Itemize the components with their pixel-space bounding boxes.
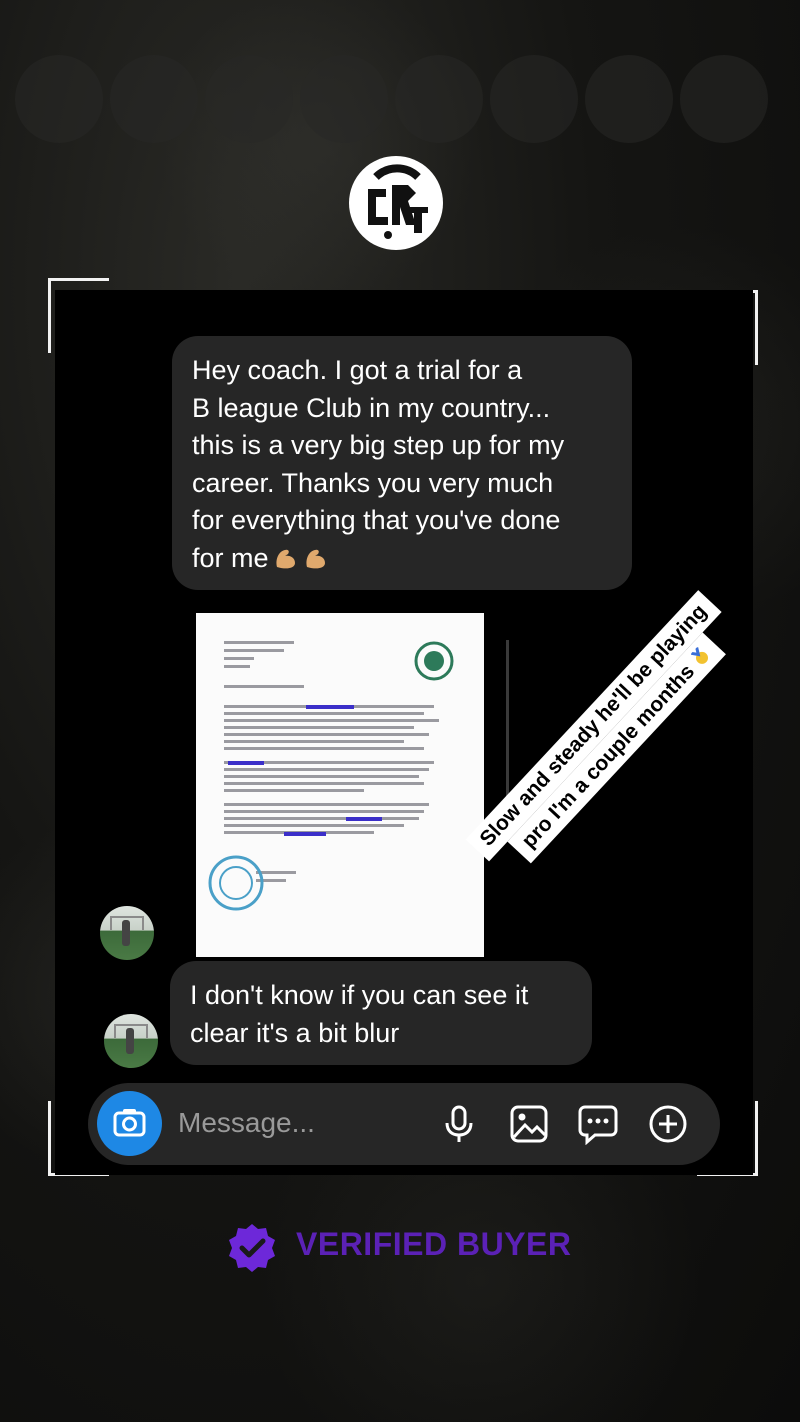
verified-buyer-label: VERIFIED BUYER bbox=[296, 1226, 572, 1262]
sticker-chat-icon[interactable] bbox=[577, 1103, 619, 1145]
add-icon[interactable] bbox=[647, 1103, 689, 1145]
message-composer: Message... bbox=[88, 1083, 720, 1165]
message-input[interactable]: Message... bbox=[178, 1107, 315, 1139]
gallery-icon[interactable] bbox=[508, 1103, 550, 1145]
brand-monogram-icon bbox=[349, 156, 443, 250]
camera-icon bbox=[113, 1109, 146, 1137]
medal-icon bbox=[690, 647, 708, 665]
microphone-icon[interactable] bbox=[438, 1103, 480, 1145]
message-text: I don't know if you can see it clear it'… bbox=[190, 980, 529, 1048]
verified-badge-icon bbox=[229, 1224, 275, 1272]
blurred-story-tray bbox=[15, 55, 785, 145]
message-text: Hey coach. I got a trial for a B league … bbox=[192, 355, 565, 573]
document-photo-attachment[interactable] bbox=[196, 613, 484, 957]
message-bubble: I don't know if you can see it clear it'… bbox=[170, 961, 592, 1065]
camera-button[interactable] bbox=[97, 1091, 162, 1156]
avatar[interactable] bbox=[104, 1014, 158, 1068]
flexed-biceps-icon bbox=[306, 549, 325, 568]
flexed-biceps-icon bbox=[276, 549, 295, 568]
message-bubble: Hey coach. I got a trial for a B league … bbox=[172, 336, 632, 590]
document-page bbox=[196, 613, 484, 957]
avatar[interactable] bbox=[100, 906, 154, 960]
